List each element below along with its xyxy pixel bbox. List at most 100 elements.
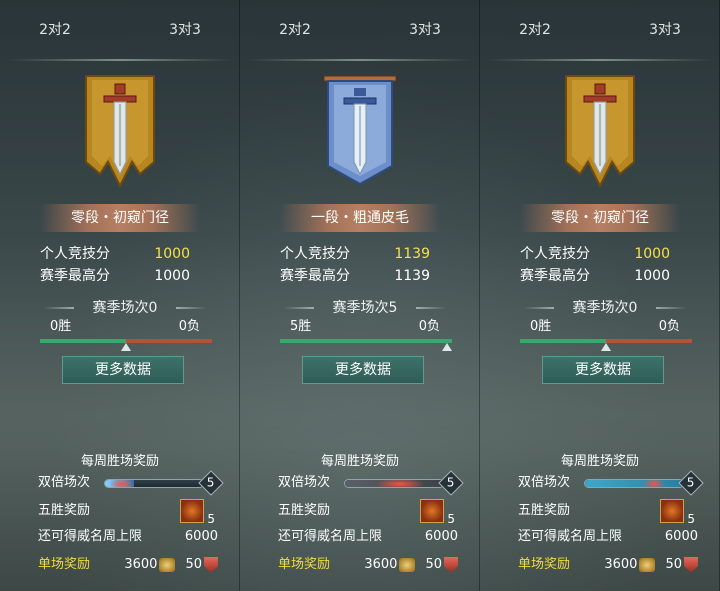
double-count-badge: 5 bbox=[438, 470, 464, 496]
season-best-label: 赛季最高分 bbox=[520, 268, 590, 284]
season-matches-title: 赛季场次0 bbox=[40, 298, 210, 318]
tab-3v3[interactable]: 3对3 bbox=[140, 14, 230, 46]
double-count-badge: 5 bbox=[198, 470, 224, 496]
personal-score-row: 个人竞技分 1000 bbox=[40, 244, 200, 264]
season-best-value: 1000 bbox=[634, 268, 670, 284]
chest-count: 5 bbox=[687, 512, 695, 526]
tab-divider bbox=[250, 59, 470, 61]
ratio-marker-icon bbox=[121, 343, 131, 351]
win-bar-fill bbox=[520, 339, 606, 343]
personal-score-label: 个人竞技分 bbox=[280, 246, 350, 262]
season-best-label: 赛季最高分 bbox=[280, 268, 350, 284]
double-matches-bar bbox=[584, 479, 684, 488]
personal-score-row: 个人竞技分 1000 bbox=[520, 244, 680, 264]
spark-icon bbox=[109, 480, 135, 487]
win-loss-row: 0胜 0负 bbox=[530, 318, 680, 336]
tab-2v2[interactable]: 2对2 bbox=[490, 14, 580, 46]
tab-3v3[interactable]: 3对3 bbox=[620, 14, 710, 46]
ornament-right bbox=[416, 307, 446, 309]
chest-count: 5 bbox=[447, 512, 455, 526]
season-best-row: 赛季最高分 1000 bbox=[40, 266, 200, 286]
arena-panel-2: 2对2 3对3 一段・粗通皮毛 个人竞技分 1139 赛季最高分 1139 赛季… bbox=[240, 0, 480, 591]
ornament-right bbox=[176, 307, 206, 309]
single-reward-label: 单场奖励 bbox=[518, 557, 571, 572]
arena-panel-3: 2对2 3对3 零段・初窥门径 个人竞技分 1000 赛季最高分 1000 赛季… bbox=[480, 0, 720, 591]
win-loss-row: 5胜 0负 bbox=[290, 318, 440, 336]
more-data-button[interactable]: 更多数据 bbox=[62, 356, 184, 384]
double-matches-row: 双倍场次 5 bbox=[518, 470, 704, 496]
tab-divider bbox=[490, 59, 710, 61]
shield-amount: 50 bbox=[425, 557, 442, 572]
mode-tabs: 2对2 3对3 bbox=[240, 14, 480, 61]
win-loss-bar bbox=[40, 339, 212, 351]
single-reward-values: 3600 50 bbox=[604, 553, 698, 577]
prestige-cap-value: 6000 bbox=[664, 529, 698, 544]
five-win-row: 五胜奖励 5 bbox=[518, 499, 698, 526]
shield-icon bbox=[684, 556, 698, 573]
loss-bar-fill bbox=[606, 339, 692, 343]
single-reward-label: 单场奖励 bbox=[38, 557, 91, 572]
tab-2v2[interactable]: 2对2 bbox=[250, 14, 340, 46]
arena-panel-1: 2对2 3对3 零段・初窥门径 个人竞技分 1000 赛季最高分 1000 赛季… bbox=[0, 0, 240, 591]
win-loss-row: 0胜 0负 bbox=[50, 318, 200, 336]
five-win-label: 五胜奖励 bbox=[38, 503, 91, 518]
single-reward-row: 单场奖励 3600 50 bbox=[518, 553, 698, 577]
loss-bar-fill bbox=[126, 339, 212, 343]
season-best-row: 赛季最高分 1000 bbox=[520, 266, 680, 286]
win-loss-bar bbox=[280, 339, 452, 351]
losses-count: 0负 bbox=[658, 319, 680, 334]
more-data-button[interactable]: 更多数据 bbox=[302, 356, 424, 384]
double-matches-bar bbox=[344, 479, 444, 488]
season-best-value: 1139 bbox=[394, 268, 430, 284]
more-data-button[interactable]: 更多数据 bbox=[542, 356, 664, 384]
win-bar-fill bbox=[280, 339, 452, 343]
win-bar-fill bbox=[40, 339, 126, 343]
ornament-right bbox=[656, 307, 686, 309]
prestige-cap-label: 还可得威名周上限 bbox=[278, 529, 383, 544]
spark-icon bbox=[375, 480, 425, 487]
coin-amount: 3600 bbox=[124, 557, 158, 572]
tab-3v3[interactable]: 3对3 bbox=[380, 14, 470, 46]
win-loss-bar bbox=[520, 339, 692, 351]
weekly-rewards-title: 每周胜场奖励 bbox=[320, 454, 399, 469]
ornament-left bbox=[284, 307, 314, 309]
weekly-rewards-title: 每周胜场奖励 bbox=[80, 454, 159, 469]
five-win-label: 五胜奖励 bbox=[278, 503, 331, 518]
ornament-left bbox=[524, 307, 554, 309]
shield-icon bbox=[444, 556, 458, 573]
prestige-cap-label: 还可得威名周上限 bbox=[518, 529, 623, 544]
wins-count: 0胜 bbox=[530, 319, 552, 334]
five-win-row: 五胜奖励 5 bbox=[278, 499, 458, 526]
rank-title: 零段・初窥门径 bbox=[40, 204, 200, 232]
reward-chest-icon[interactable]: 5 bbox=[420, 499, 455, 526]
single-reward-row: 单场奖励 3600 50 bbox=[38, 553, 218, 577]
arena-board: 2对2 3对3 零段・初窥门径 个人竞技分 1000 赛季最高分 1000 赛季… bbox=[0, 0, 720, 591]
tab-divider bbox=[10, 59, 230, 61]
single-reward-row: 单场奖励 3600 50 bbox=[278, 553, 458, 577]
season-best-row: 赛季最高分 1139 bbox=[280, 266, 440, 286]
ratio-marker-icon bbox=[442, 343, 452, 351]
personal-score-value: 1139 bbox=[394, 246, 430, 262]
double-matches-label: 双倍场次 bbox=[518, 475, 571, 490]
season-matches-title: 赛季场次5 bbox=[280, 298, 450, 318]
mode-tabs: 2对2 3对3 bbox=[0, 14, 240, 61]
five-win-label: 五胜奖励 bbox=[518, 503, 571, 518]
coin-amount: 3600 bbox=[604, 557, 638, 572]
personal-score-value: 1000 bbox=[154, 246, 190, 262]
tab-2v2[interactable]: 2对2 bbox=[10, 14, 100, 46]
mode-tabs: 2对2 3对3 bbox=[480, 14, 720, 61]
ratio-marker-icon bbox=[601, 343, 611, 351]
reward-chest-icon[interactable]: 5 bbox=[180, 499, 215, 526]
weekly-rewards-title: 每周胜场奖励 bbox=[560, 454, 639, 469]
double-matches-label: 双倍场次 bbox=[38, 475, 91, 490]
season-best-label: 赛季最高分 bbox=[40, 268, 110, 284]
season-matches-text: 赛季场次0 bbox=[92, 300, 158, 316]
double-count-badge: 5 bbox=[678, 470, 704, 496]
personal-score-label: 个人竞技分 bbox=[40, 246, 110, 262]
personal-score-value: 1000 bbox=[634, 246, 670, 262]
five-win-row: 五胜奖励 5 bbox=[38, 499, 218, 526]
double-matches-row: 双倍场次 5 bbox=[278, 470, 464, 496]
season-matches-text: 赛季场次5 bbox=[332, 300, 398, 316]
personal-score-label: 个人竞技分 bbox=[520, 246, 590, 262]
reward-chest-icon[interactable]: 5 bbox=[660, 499, 695, 526]
